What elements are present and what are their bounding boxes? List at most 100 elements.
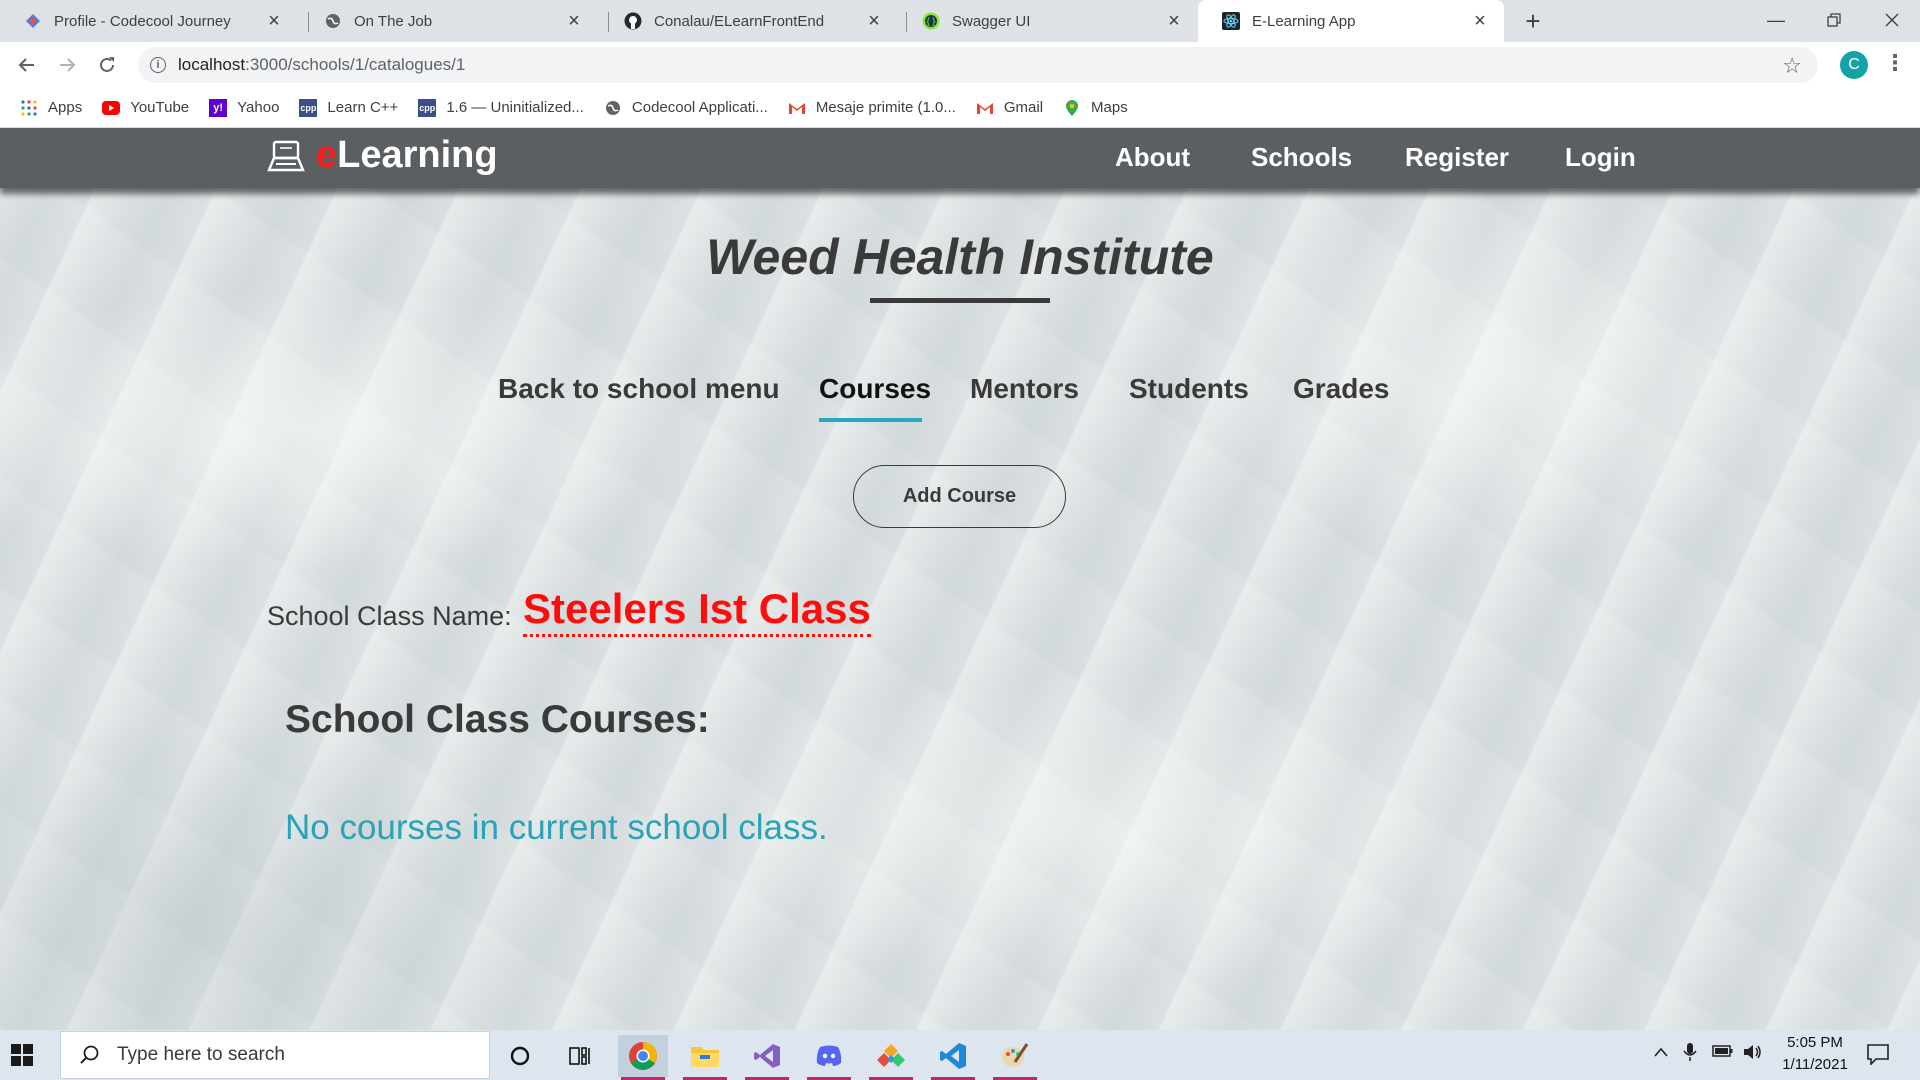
search-icon — [80, 1045, 99, 1064]
close-tab-icon[interactable]: × — [264, 10, 284, 32]
browser-tab[interactable]: Profile - Codecool Journey × — [0, 0, 298, 42]
url-text: localhost:3000/schools/1/catalogues/1 — [178, 55, 465, 75]
nav-schools-link[interactable]: Schools — [1251, 142, 1352, 173]
youtube-icon — [102, 99, 121, 117]
browser-toolbar: i localhost:3000/schools/1/catalogues/1 … — [0, 42, 1920, 88]
browser-tab[interactable]: {} Swagger UI × — [898, 0, 1198, 42]
volume-icon[interactable] — [1743, 1043, 1763, 1066]
browser-tab[interactable]: On The Job × — [300, 0, 598, 42]
bookmark-mesaje[interactable]: Mesaje primite (1.0... — [788, 99, 956, 117]
bookmark-label: Apps — [48, 99, 83, 116]
bookmark-label: Maps — [1091, 99, 1128, 116]
vscode-icon[interactable] — [928, 1035, 978, 1080]
bookmark-star-icon[interactable]: ☆ — [1782, 53, 1802, 79]
gitkraken-icon[interactable] — [866, 1035, 916, 1080]
browser-tab-active[interactable]: E-Learning App × — [1198, 0, 1504, 42]
tab-title: Profile - Codecool Journey — [54, 12, 231, 30]
school-class-name-label: School Class Name: — [267, 601, 512, 631]
menu-kebab-icon[interactable]: ⋮ — [1884, 50, 1906, 76]
subnav-mentors[interactable]: Mentors — [970, 373, 1079, 405]
clock-time: 5:05 PM — [1787, 1034, 1843, 1051]
yahoo-icon: y! — [209, 98, 228, 117]
bookmark-yahoo[interactable]: y! Yahoo — [209, 98, 280, 117]
subnav-back-to-school-menu[interactable]: Back to school menu — [498, 373, 780, 405]
subnav-grades[interactable]: Grades — [1293, 373, 1390, 405]
active-subnav-indicator — [819, 418, 922, 422]
tab-title: Conalau/ELearnFrontEnd — [654, 12, 825, 30]
brand-accent-letter: e — [316, 134, 338, 176]
site-info-icon[interactable]: i — [150, 57, 166, 73]
school-class-courses-heading: School Class Courses: — [285, 698, 710, 741]
close-tab-icon[interactable]: × — [1164, 10, 1184, 32]
url-path: :3000/schools/1/catalogues/1 — [245, 55, 466, 74]
cpp-icon: cpp — [418, 98, 437, 117]
notifications-icon[interactable] — [1866, 1043, 1890, 1065]
browser-tab[interactable]: Conalau/ELearnFrontEnd × — [600, 0, 898, 42]
address-bar[interactable]: i localhost:3000/schools/1/catalogues/1 … — [138, 47, 1818, 83]
close-tab-icon[interactable]: × — [564, 10, 584, 32]
brand-name: Learning — [337, 134, 498, 176]
battery-icon[interactable] — [1712, 1044, 1734, 1063]
bookmark-youtube[interactable]: YouTube — [102, 99, 189, 117]
school-title: Weed Health Institute — [706, 229, 1214, 285]
cpp-icon: cpp — [299, 98, 318, 117]
minimize-icon[interactable]: — — [1748, 0, 1804, 40]
maps-icon — [1063, 99, 1081, 117]
paint-icon[interactable] — [990, 1035, 1040, 1080]
file-explorer-icon[interactable] — [680, 1035, 730, 1080]
bookmarks-bar: Apps YouTube y! Yahoo cpp Learn C++ cpp … — [0, 88, 1920, 128]
tab-title: Swagger UI — [952, 12, 1031, 30]
apps-grid-icon — [20, 99, 38, 117]
windows-start-icon[interactable] — [10, 1043, 34, 1067]
site-navbar: e Learning About Schools Register Login — [0, 128, 1920, 188]
url-host: localhost — [178, 55, 246, 74]
bookmark-codecool[interactable]: Codecool Applicati... — [604, 99, 768, 117]
elearning-logo-icon — [267, 140, 305, 171]
tray-chevron-up-icon[interactable] — [1653, 1045, 1669, 1063]
bookmark-label: Gmail — [1003, 99, 1044, 116]
system-clock[interactable]: 5:05 PM 1/11/2021 — [1770, 1032, 1860, 1076]
forward-arrow-icon[interactable] — [52, 50, 82, 80]
microphone-icon[interactable] — [1683, 1042, 1697, 1067]
bookmark-learn-cpp[interactable]: cpp Learn C++ — [299, 98, 399, 117]
subnav-courses[interactable]: Courses — [819, 373, 931, 405]
chrome-taskbar-icon[interactable] — [618, 1035, 668, 1080]
windows-taskbar: Type here to search 5:05 PM 1/11/2021 — [0, 1030, 1920, 1080]
page-viewport: e Learning About Schools Register Login W… — [0, 128, 1920, 1030]
globe-icon — [324, 12, 342, 30]
back-arrow-icon[interactable] — [12, 50, 42, 80]
codecool-diamond-icon — [24, 12, 42, 30]
subnav-students[interactable]: Students — [1129, 373, 1249, 405]
bookmark-maps[interactable]: Maps — [1063, 99, 1128, 117]
visual-studio-icon[interactable] — [742, 1035, 792, 1080]
gmail-icon — [976, 99, 994, 117]
taskbar-search-box[interactable]: Type here to search — [60, 1031, 490, 1079]
window-close-icon[interactable] — [1864, 0, 1920, 40]
bookmark-label: 1.6 — Uninitialized... — [446, 99, 584, 116]
globe-icon — [604, 99, 622, 117]
nav-register-link[interactable]: Register — [1405, 142, 1509, 173]
close-tab-icon[interactable]: × — [1470, 10, 1490, 32]
nav-login-link[interactable]: Login — [1565, 142, 1636, 173]
profile-avatar[interactable]: C — [1840, 51, 1868, 79]
nav-about-link[interactable]: About — [1115, 142, 1190, 173]
svg-text:{}: {} — [925, 18, 936, 28]
school-class-name-value: Steelers Ist Class — [523, 585, 871, 638]
bookmark-uninitialized[interactable]: cpp 1.6 — Uninitialized... — [418, 98, 584, 117]
cortana-icon[interactable] — [495, 1035, 545, 1077]
bookmark-apps[interactable]: Apps — [20, 99, 82, 117]
bookmark-gmail[interactable]: Gmail — [976, 99, 1043, 117]
restore-icon[interactable] — [1806, 0, 1862, 40]
add-course-button[interactable]: Add Course — [853, 465, 1066, 528]
brand-logo[interactable]: e Learning — [266, 134, 498, 177]
close-tab-icon[interactable]: × — [864, 10, 884, 32]
task-view-icon[interactable] — [555, 1035, 605, 1077]
new-tab-icon[interactable]: + — [1518, 6, 1548, 36]
clock-date: 1/11/2021 — [1782, 1056, 1848, 1073]
react-icon — [1222, 12, 1240, 30]
bookmark-label: Learn C++ — [327, 99, 399, 116]
reload-icon[interactable] — [92, 50, 122, 80]
discord-icon[interactable] — [804, 1035, 854, 1080]
github-icon — [624, 12, 642, 30]
bookmark-label: Yahoo — [237, 99, 280, 116]
